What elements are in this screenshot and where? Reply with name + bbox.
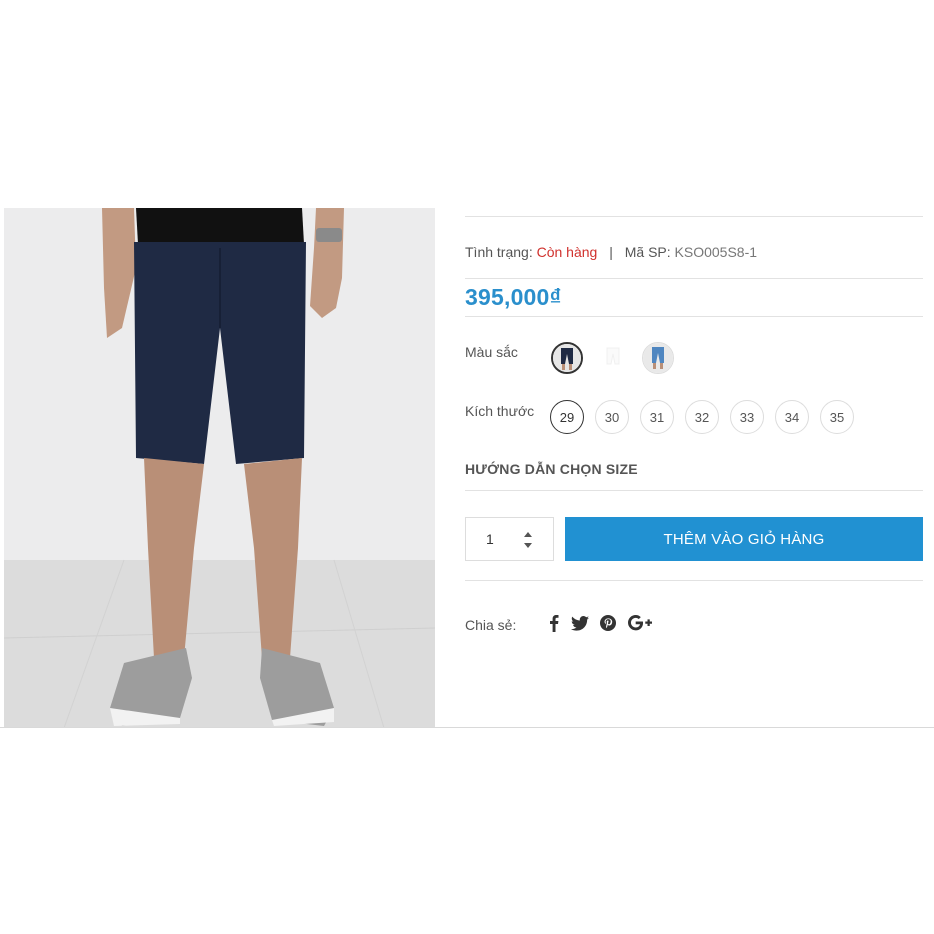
product-photo — [4, 208, 435, 728]
status-value: Còn hàng — [536, 244, 598, 260]
pinterest-icon[interactable] — [600, 613, 616, 633]
share-label: Chia sẻ: — [465, 617, 517, 633]
color-swatch-navy[interactable] — [551, 342, 583, 374]
status-label: Tình trạng: — [465, 244, 533, 260]
stepper-arrows-icon[interactable] — [523, 531, 533, 549]
color-swatch-light-blue[interactable] — [642, 342, 674, 374]
divider — [465, 278, 923, 279]
size-option-35[interactable]: 35 — [820, 400, 854, 434]
size-option-30[interactable]: 30 — [595, 400, 629, 434]
quantity-stepper[interactable]: 1 — [465, 517, 554, 561]
color-label: Màu sắc — [465, 344, 518, 360]
size-option-31[interactable]: 31 — [640, 400, 674, 434]
sku-value: KSO005S8-1 — [674, 244, 758, 260]
twitter-icon[interactable] — [571, 613, 589, 633]
sku-label: Mã SP: — [624, 244, 671, 260]
quantity-input[interactable]: 1 — [486, 531, 494, 547]
divider — [465, 490, 923, 491]
status-row: Tình trạng: Còn hàng | Mã SP: KSO005S8-1 — [465, 244, 757, 260]
divider — [465, 580, 923, 581]
facebook-icon[interactable] — [549, 613, 559, 633]
size-option-34[interactable]: 34 — [775, 400, 809, 434]
google-plus-icon[interactable] — [628, 613, 652, 633]
size-option-32[interactable]: 32 — [685, 400, 719, 434]
white-shorts-thumbnail — [597, 342, 629, 374]
add-to-cart-button[interactable]: THÊM VÀO GIỎ HÀNG — [565, 517, 923, 561]
size-guide-link[interactable]: HƯỚNG DẪN CHỌN SIZE — [465, 461, 638, 477]
navy-shorts-thumbnail — [553, 344, 581, 372]
color-swatch-white[interactable] — [597, 342, 629, 374]
price: 395,000₫ — [465, 284, 562, 310]
divider — [465, 316, 923, 317]
divider — [465, 216, 923, 217]
size-option-33[interactable]: 33 — [730, 400, 764, 434]
size-option-29[interactable]: 29 — [550, 400, 584, 434]
separator: | — [609, 244, 613, 260]
light-blue-shorts-thumbnail — [643, 343, 673, 373]
divider — [0, 727, 934, 728]
product-image[interactable] — [4, 208, 435, 728]
size-label: Kích thước — [465, 403, 535, 419]
